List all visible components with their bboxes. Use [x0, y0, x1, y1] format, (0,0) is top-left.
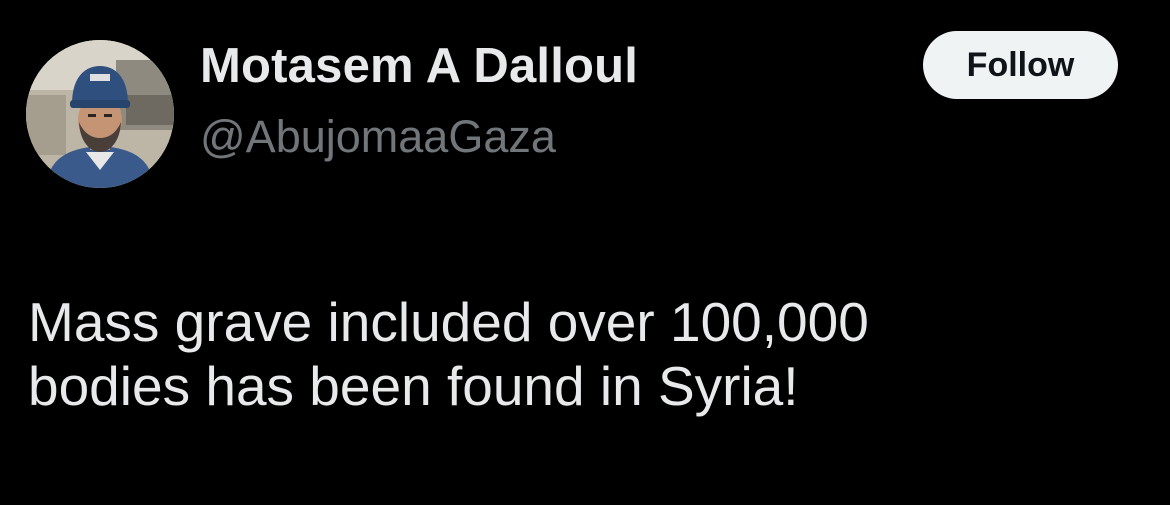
- author-avatar[interactable]: [26, 40, 174, 188]
- author-display-name[interactable]: Motasem A Dalloul: [200, 36, 638, 96]
- author-handle[interactable]: @AbujomaaGaza: [200, 110, 638, 164]
- tweet-card: Motasem A Dalloul @AbujomaaGaza Follow M…: [0, 0, 1170, 505]
- follow-button[interactable]: Follow: [923, 31, 1118, 99]
- author-info: Motasem A Dalloul @AbujomaaGaza: [200, 36, 638, 164]
- avatar-photo: [26, 40, 174, 188]
- tweet-text: Mass grave included over 100,000 bodies …: [28, 291, 869, 417]
